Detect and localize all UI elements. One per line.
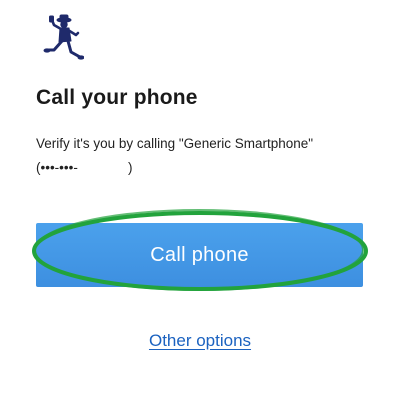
masked-phone-number-prefix: (•••-•••- — [36, 160, 78, 175]
call-phone-button[interactable]: Call phone — [36, 223, 363, 287]
runner-with-phone-logo-icon — [43, 14, 84, 60]
call-your-phone-page: Call your phone Verify it's you by calli… — [0, 0, 400, 400]
other-options-link[interactable]: Other options — [0, 331, 400, 351]
masked-phone-number-suffix: ) — [128, 160, 133, 175]
page-title: Call your phone — [36, 86, 198, 109]
call-description: Verify it's you by calling "Generic Smar… — [36, 132, 376, 180]
description-text: Verify it's you by calling "Generic Smar… — [36, 136, 314, 151]
